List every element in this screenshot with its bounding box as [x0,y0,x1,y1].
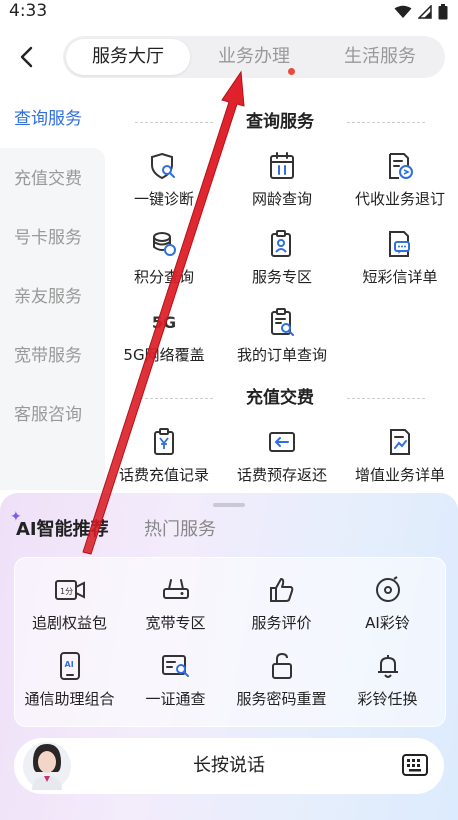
tab-life-service[interactable]: 生活服务 [321,36,439,78]
service-network-age[interactable]: 网龄查询 [223,150,341,214]
diagnosis-icon [146,150,182,182]
service-label: 话费预存返还 [236,466,327,484]
battery-icon [438,4,448,20]
ai-recommend-panel: ✦ AI智能推荐 热门服务 1分 追剧权益包 宽带专区 服务评价 AI彩铃 AI… [0,493,458,820]
rec-label: 通信助理组合 [24,690,115,708]
service-label: 一键诊断 [133,190,194,208]
unlock-icon [264,650,300,682]
rec-label: AI彩铃 [365,614,410,632]
rec-label: 追剧权益包 [31,614,107,632]
router-icon [158,574,194,606]
id-search-icon [158,650,194,682]
ai-phone-icon: AI [52,650,88,682]
video-camera-icon: 1分 [52,574,88,606]
rec-drama-package[interactable]: 1分 追剧权益包 [17,574,122,644]
sidebar-item-broadband[interactable]: 宽带服务 [0,327,105,385]
divider [347,122,425,123]
service-label: 话费充值记录 [118,466,209,484]
service-label: 代收业务退订 [354,190,445,208]
service-5g-coverage[interactable]: 5G 5G网络覆盖 [105,306,223,370]
rec-label: 彩铃任换 [357,690,418,708]
ai-badge: AI [64,660,73,669]
service-label: 积分查询 [133,268,194,286]
status-bar: 4:33 [0,0,458,24]
sidebar-item-sim[interactable]: 号卡服务 [0,209,105,267]
rec-assistant-bundle[interactable]: AI 通信助理组合 [17,650,122,720]
signal-icon [418,5,432,19]
drama-badge: 1分 [60,587,73,596]
service-label: 增值业务详单 [354,466,445,484]
service-recharge-record[interactable]: 话费充值记录 [105,426,223,490]
order-search-icon [264,306,300,338]
chart-document-icon [382,426,418,458]
service-one-click-diagnosis[interactable]: 一键诊断 [105,150,223,214]
rec-label: 宽带专区 [145,614,206,632]
return-card-icon [264,426,300,458]
bell-icon [370,650,406,682]
rec-ringtone-swap[interactable]: 彩铃任换 [335,650,440,720]
keyboard-icon[interactable] [402,754,428,776]
5g-badge-text: 5G [151,312,177,332]
rec-ai-ringtone[interactable]: AI彩铃 [335,574,440,644]
tab-business[interactable]: 业务办理 [195,36,313,78]
voice-input-bar[interactable]: 长按说话 [14,738,444,794]
document-refresh-icon [382,150,418,182]
tab-hot-services[interactable]: 热门服务 [144,515,216,545]
drag-handle[interactable] [213,503,245,507]
rec-password-reset[interactable]: 服务密码重置 [229,650,334,720]
rec-service-rating[interactable]: 服务评价 [229,574,334,644]
music-disc-icon [370,574,406,606]
notification-dot [288,68,295,75]
status-time: 4:33 [9,1,48,21]
rec-label: 一证通查 [145,690,206,708]
back-button[interactable] [12,42,40,72]
tab-ai-recommend[interactable]: AI智能推荐 [16,515,109,545]
5g-icon: 5G [146,306,182,338]
category-sidebar: 查询服务 充值交费 号卡服务 亲友服务 宽带服务 客服咨询 [0,90,105,490]
message-list-icon [382,228,418,260]
sidebar-item-family[interactable]: 亲友服务 [0,268,105,326]
service-prepay-return[interactable]: 话费预存返还 [223,426,341,490]
recommend-grid: 1分 追剧权益包 宽带专区 服务评价 AI彩铃 AI 通信助理组合 一证通查 服… [14,557,446,727]
service-label: 5G网络覆盖 [123,346,205,364]
clipboard-user-icon [264,228,300,260]
rec-broadband-zone[interactable]: 宽带专区 [123,574,228,644]
service-sms-detail[interactable]: 短彩信详单 [341,228,458,292]
status-icons [394,3,448,21]
service-zone[interactable]: 服务专区 [223,228,341,292]
service-points-query[interactable]: 积分查询 [105,228,223,292]
service-content: 查询服务 一键诊断 网龄查询 代收业务退订 积分查询 服务专区 短彩信详单 5G… [105,90,458,490]
section-header-query: 查询服务 [135,110,425,134]
service-order-query[interactable]: 我的订单查询 [223,306,341,370]
service-label: 短彩信详单 [362,268,438,286]
rec-id-check[interactable]: 一证通查 [123,650,228,720]
sidebar-item-recharge[interactable]: 充值交费 [0,150,105,208]
wifi-icon [394,5,412,18]
points-icon [146,228,182,260]
section-header-recharge: 充值交费 [135,386,425,410]
sidebar-item-support[interactable]: 客服咨询 [0,386,105,444]
segment-tabs: 服务大厅 业务办理 生活服务 [63,36,445,78]
yuan-receipt-icon [146,426,182,458]
hold-to-speak-label: 长按说话 [193,755,265,776]
thumbs-up-icon [264,574,300,606]
calendar-11-icon [264,150,300,182]
recommend-tabs: ✦ AI智能推荐 热门服务 [10,509,410,545]
service-label: 网龄查询 [251,190,312,208]
rec-label: 服务密码重置 [236,690,327,708]
service-vas-detail[interactable]: 增值业务详单 [341,426,458,490]
rec-label: 服务评价 [251,614,312,632]
divider [347,398,425,399]
service-unsubscribe-agency[interactable]: 代收业务退订 [341,150,458,214]
tab-service-hall[interactable]: 服务大厅 [66,39,190,75]
service-label: 服务专区 [251,268,312,286]
service-label: 我的订单查询 [236,346,327,364]
top-bar: 服务大厅 业务办理 生活服务 [0,30,458,86]
sidebar-item-query[interactable]: 查询服务 [0,90,105,148]
chevron-left-icon [20,46,33,68]
